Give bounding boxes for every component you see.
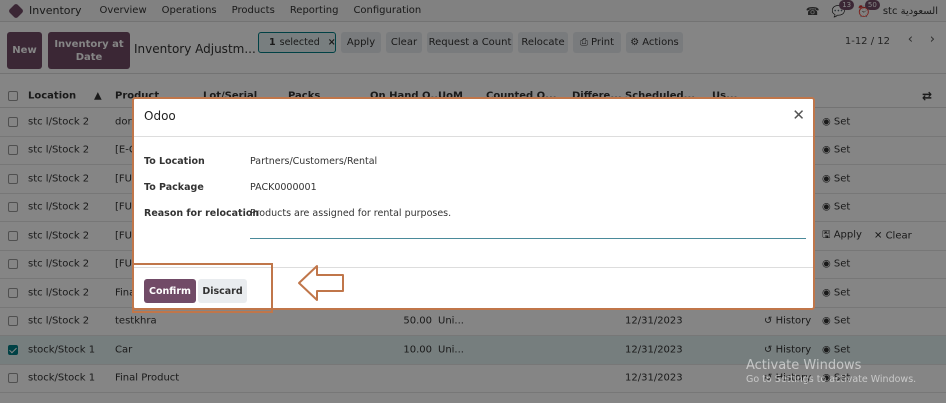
reason-textarea[interactable]: Products are assigned for rental purpose… — [250, 208, 451, 219]
to-location-field[interactable]: Partners/Customers/Rental — [250, 156, 377, 167]
reason-underline — [250, 238, 806, 239]
to-package-field[interactable]: PACK0000001 — [250, 182, 317, 193]
watermark-line-2: Go to Settings to activate Windows. — [746, 374, 917, 385]
reason-label: Reason for relocation — [144, 208, 260, 219]
relocate-dialog: Odoo ✕ To Location Partners/Customers/Re… — [132, 97, 815, 313]
dialog-title: Odoo — [144, 109, 176, 123]
to-location-label: To Location — [144, 156, 205, 167]
annotation-arrow-icon — [298, 265, 344, 301]
dialog-header: Odoo ✕ — [134, 99, 813, 137]
to-package-label: To Package — [144, 182, 204, 193]
windows-activation-watermark: Activate Windows Go to Settings to activ… — [746, 358, 916, 385]
confirm-button[interactable]: Confirm — [144, 279, 196, 303]
watermark-line-1: Activate Windows — [746, 358, 862, 373]
discard-button[interactable]: Discard — [198, 279, 247, 303]
dialog-footer: Confirm Discard — [132, 263, 813, 313]
close-icon[interactable]: ✕ — [792, 106, 805, 124]
